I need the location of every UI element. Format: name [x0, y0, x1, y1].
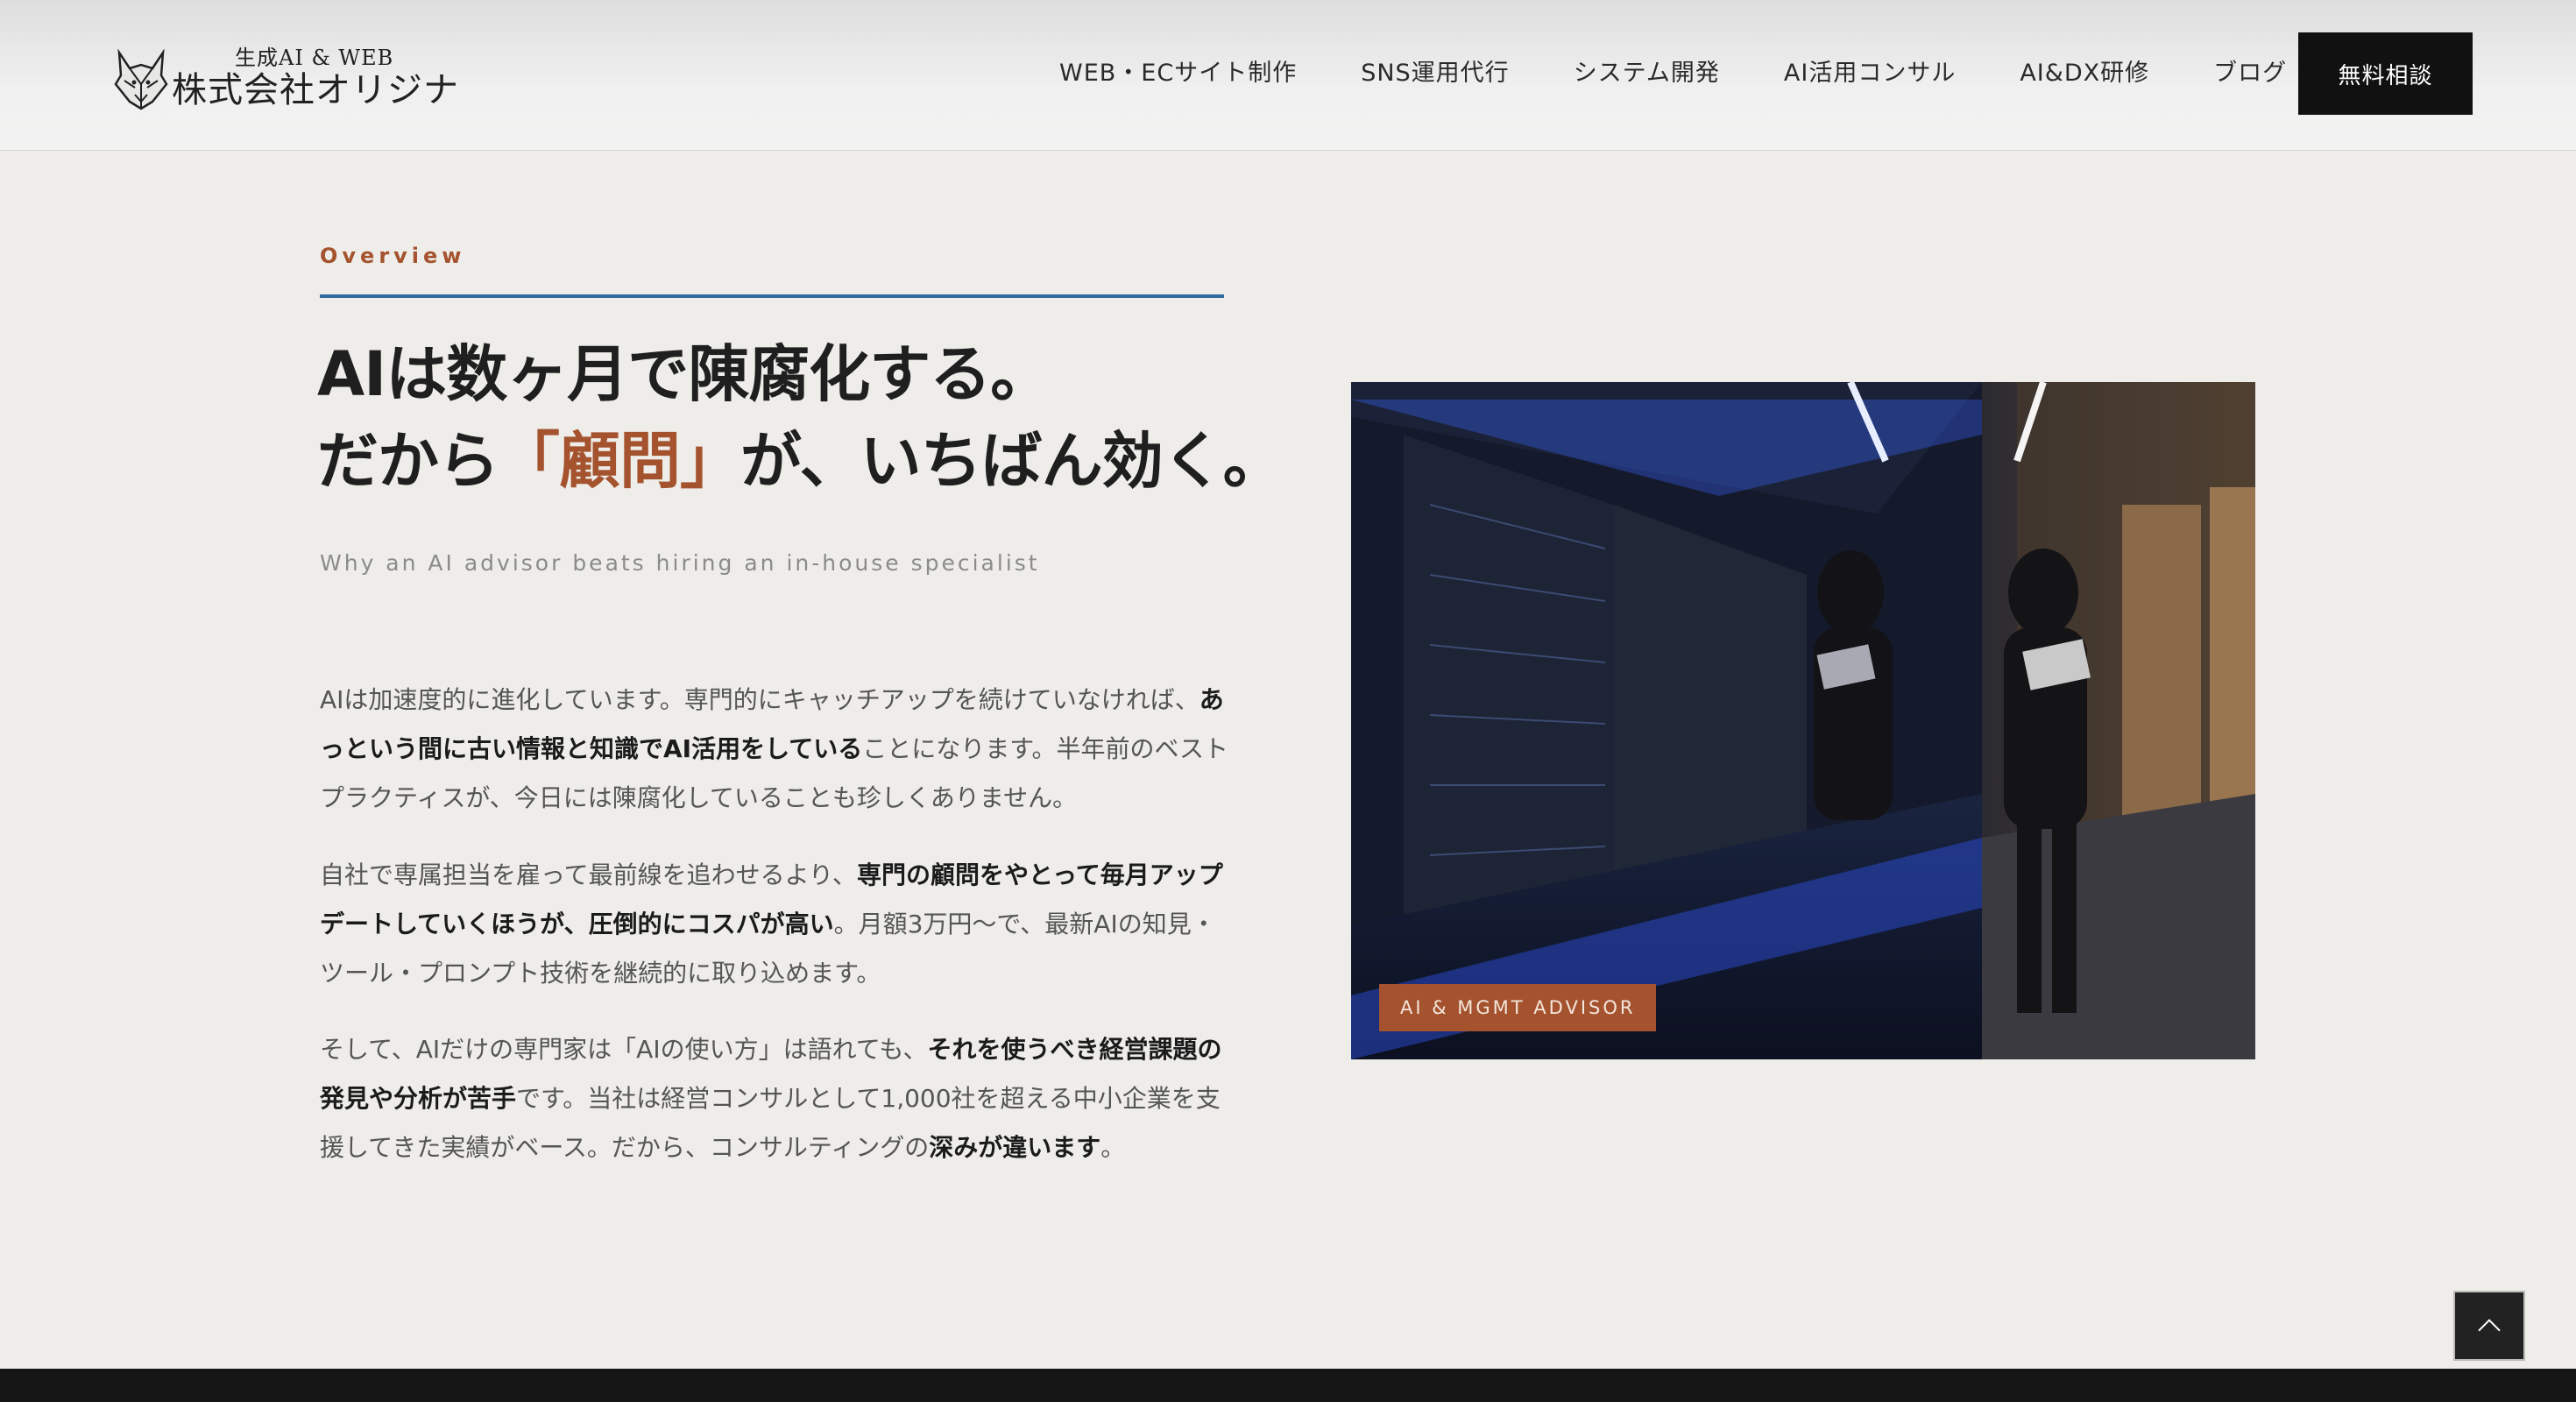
- section-divider: [320, 294, 1224, 298]
- nav-item-blog[interactable]: ブログ: [2213, 54, 2287, 93]
- paragraph-3-text-1: そして、AIだけの専門家は「AIの使い方」は語れても、: [320, 1035, 928, 1064]
- fox-head-icon: [114, 49, 168, 110]
- logo-tagline: 生成AI & WEB: [235, 46, 394, 70]
- nav-item-sns[interactable]: SNS運用代行: [1361, 54, 1509, 93]
- headline-line-2-post: が、いちばん効く。: [740, 425, 1284, 497]
- headline-line-2-pre: だから: [317, 425, 499, 497]
- paragraph-2-text-1: 自社で専属担当を雇って最前線を追わせるより、: [320, 860, 857, 889]
- nav-item-ai-dx[interactable]: AI&DX研修: [2020, 54, 2149, 93]
- headline-accent: 「顧問」: [499, 425, 741, 497]
- body-paragraph-3: そして、AIだけの専門家は「AIの使い方」は語れても、それを使うべき経営課題の発…: [320, 1025, 1231, 1172]
- chevron-up-icon: [2478, 1319, 2501, 1342]
- body-paragraph-1: AIは加速度的に進化しています。専門的にキャッチアップを続けていなければ、あっと…: [320, 676, 1231, 823]
- section-eyebrow: Overview: [320, 244, 466, 268]
- nav-item-system[interactable]: システム開発: [1574, 54, 1720, 93]
- logo-company-name: 株式会社オリジナ: [172, 70, 459, 110]
- paragraph-3-text-3: 。: [1100, 1133, 1126, 1162]
- nav-item-web-ec[interactable]: WEB・ECサイト制作: [1059, 54, 1297, 93]
- free-consultation-button[interactable]: 無料相談: [2298, 32, 2473, 115]
- section-subtitle: Why an AI advisor beats hiring an in-hou…: [320, 550, 1040, 576]
- photo-illustration: [1351, 382, 2255, 1059]
- site-header: 生成AI & WEB 株式会社オリジナ WEB・ECサイト制作 SNS運用代行 …: [0, 0, 2576, 151]
- body-paragraph-2: 自社で専属担当を雇って最前線を追わせるより、専門の顧問をやとって毎月アップデート…: [320, 851, 1231, 998]
- paragraph-1-text-1: AIは加速度的に進化しています。専門的にキャッチアップを続けていなければ、: [320, 685, 1200, 714]
- back-to-top-button[interactable]: [2453, 1291, 2525, 1361]
- site-logo[interactable]: 生成AI & WEB 株式会社オリジナ: [114, 40, 459, 110]
- main-nav: WEB・ECサイト制作 SNS運用代行 システム開発 AI活用コンサル AI&D…: [1059, 54, 2351, 93]
- photo-badge: AI & MGMT ADVISOR: [1379, 984, 1657, 1031]
- footer-edge: [0, 1369, 2576, 1402]
- server-room-photo: AI & MGMT ADVISOR: [1351, 382, 2255, 1059]
- nav-item-ai-consul[interactable]: AI活用コンサル: [1784, 54, 1956, 93]
- headline-line-1: AIは数ヶ月で陳腐化する。: [317, 338, 1051, 410]
- paragraph-3-emphasis-2: 深みが違います: [929, 1133, 1101, 1162]
- section-headline: AIは数ヶ月で陳腐化する。 だから「顧問」が、いちばん効く。: [317, 331, 1284, 505]
